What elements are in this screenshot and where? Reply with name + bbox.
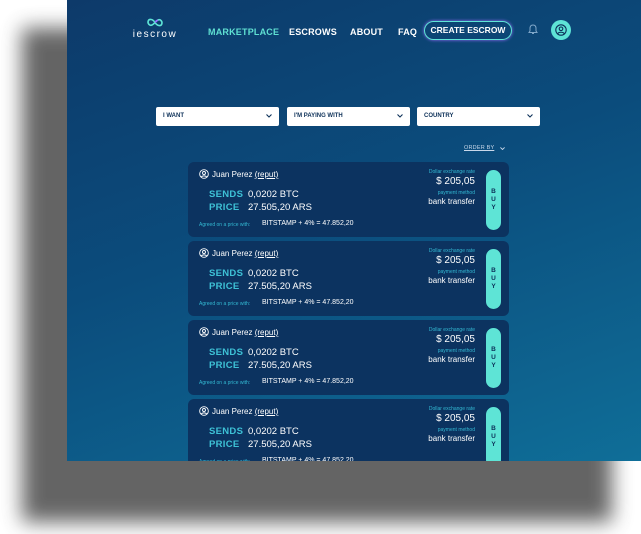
- reput-link[interactable]: (reput): [255, 407, 279, 416]
- offer-card: Juan Perez (reput) SENDS 0,0202 BTC PRIC…: [188, 162, 509, 237]
- sends-value: 0,0202 BTC: [248, 347, 299, 358]
- payment-method-label: payment method: [437, 190, 475, 196]
- sends-value: 0,0202 BTC: [248, 426, 299, 437]
- price-label: PRICE: [209, 202, 240, 213]
- paying-with-select[interactable]: I'M PAYING WITH: [287, 107, 410, 126]
- order-by-dropdown[interactable]: ORDER BY: [464, 145, 505, 151]
- user-icon: [199, 248, 209, 258]
- app-window: iescrow MARKETPLACE ESCROWS ABOUT FAQ CR…: [67, 0, 641, 461]
- price-label: PRICE: [209, 439, 240, 450]
- user-icon: [199, 327, 209, 337]
- payment-method-label: payment method: [437, 269, 475, 275]
- sends-label: SENDS: [209, 189, 244, 200]
- payment-method-value: bank transfer: [428, 276, 475, 285]
- rate-label: Dollar exchange rate: [428, 327, 475, 333]
- user-icon: [199, 406, 209, 416]
- paying-with-label: I'M PAYING WITH: [294, 113, 343, 119]
- seller-name: Juan Perez (reput): [212, 249, 279, 258]
- payment-method-value: bank transfer: [428, 434, 475, 443]
- order-by-label: ORDER BY: [464, 145, 495, 151]
- user-icon: [199, 169, 209, 179]
- price-value: 27.505,20 ARS: [248, 281, 312, 292]
- user-icon: [555, 24, 567, 36]
- seller-name: Juan Perez (reput): [212, 170, 279, 179]
- chevron-down-icon: [500, 147, 505, 150]
- reput-link[interactable]: (reput): [255, 170, 279, 179]
- buy-button[interactable]: BUY: [486, 249, 501, 309]
- chevron-down-icon: [397, 114, 403, 118]
- rate-label: Dollar exchange rate: [428, 406, 475, 412]
- agreed-label: Agreed on a price with:: [199, 380, 251, 386]
- i-want-select[interactable]: I WANT: [156, 107, 279, 126]
- offer-card: Juan Perez (reput) SENDS 0,0202 BTC PRIC…: [188, 320, 509, 395]
- sends-label: SENDS: [209, 426, 244, 437]
- create-escrow-button[interactable]: CREATE ESCROW: [424, 21, 512, 40]
- rate-value: $ 205,05: [436, 255, 475, 266]
- price-formula: BITSTAMP + 4% = 47.852,20: [262, 378, 354, 385]
- agreed-label: Agreed on a price with:: [199, 222, 251, 228]
- profile-avatar[interactable]: [551, 20, 571, 40]
- chevron-down-icon: [266, 114, 272, 118]
- buy-button[interactable]: BUY: [486, 407, 501, 461]
- rate-value: $ 205,05: [436, 176, 475, 187]
- price-formula: BITSTAMP + 4% = 47.852,20: [262, 299, 354, 306]
- buy-button[interactable]: BUY: [486, 170, 501, 230]
- offer-card: Juan Perez (reput) SENDS 0,0202 BTC PRIC…: [188, 241, 509, 316]
- price-formula: BITSTAMP + 4% = 47.852,20: [262, 457, 354, 461]
- logo[interactable]: iescrow: [130, 17, 180, 40]
- agreed-label: Agreed on a price with:: [199, 459, 250, 461]
- logo-text: iescrow: [132, 29, 178, 40]
- agreed-label: Agreed on a price with:: [199, 301, 251, 307]
- price-label: PRICE: [209, 360, 240, 371]
- payment-method-label: payment method: [437, 427, 475, 433]
- rate-value: $ 205,05: [436, 413, 475, 424]
- reput-link[interactable]: (reput): [255, 249, 279, 258]
- nav-escrows[interactable]: ESCROWS: [289, 27, 337, 37]
- sends-value: 0,0202 BTC: [248, 189, 299, 200]
- bell-icon[interactable]: [528, 24, 538, 35]
- seller-name: Juan Perez (reput): [212, 407, 279, 416]
- reput-link[interactable]: (reput): [255, 328, 279, 337]
- rate-label: Dollar exchange rate: [428, 169, 475, 175]
- infinity-logo-icon: [147, 18, 163, 27]
- sends-value: 0,0202 BTC: [248, 268, 299, 279]
- i-want-label: I WANT: [163, 113, 184, 119]
- payment-method-value: bank transfer: [428, 197, 475, 206]
- chevron-down-icon: [527, 114, 533, 118]
- payment-method-label: payment method: [437, 348, 475, 354]
- payment-method-value: bank transfer: [428, 355, 475, 364]
- rate-label: Dollar exchange rate: [428, 248, 475, 254]
- price-formula: BITSTAMP + 4% = 47.852,20: [262, 220, 354, 227]
- country-select[interactable]: COUNTRY: [417, 107, 540, 126]
- price-value: 27.505,20 ARS: [248, 202, 312, 213]
- price-value: 27.505,20 ARS: [248, 360, 312, 371]
- sends-label: SENDS: [209, 268, 244, 279]
- rate-value: $ 205,05: [436, 334, 475, 345]
- buy-button[interactable]: BUY: [486, 328, 501, 388]
- offer-card: Juan Perez (reput) SENDS 0,0202 BTC PRIC…: [188, 399, 509, 461]
- sends-label: SENDS: [209, 347, 244, 358]
- nav-about[interactable]: ABOUT: [350, 27, 383, 37]
- nav-faq[interactable]: FAQ: [398, 27, 417, 37]
- price-value: 27.505,20 ARS: [248, 439, 312, 450]
- seller-name: Juan Perez (reput): [212, 328, 279, 337]
- price-label: PRICE: [209, 281, 240, 292]
- nav-marketplace[interactable]: MARKETPLACE: [208, 27, 279, 37]
- country-label: COUNTRY: [424, 113, 454, 119]
